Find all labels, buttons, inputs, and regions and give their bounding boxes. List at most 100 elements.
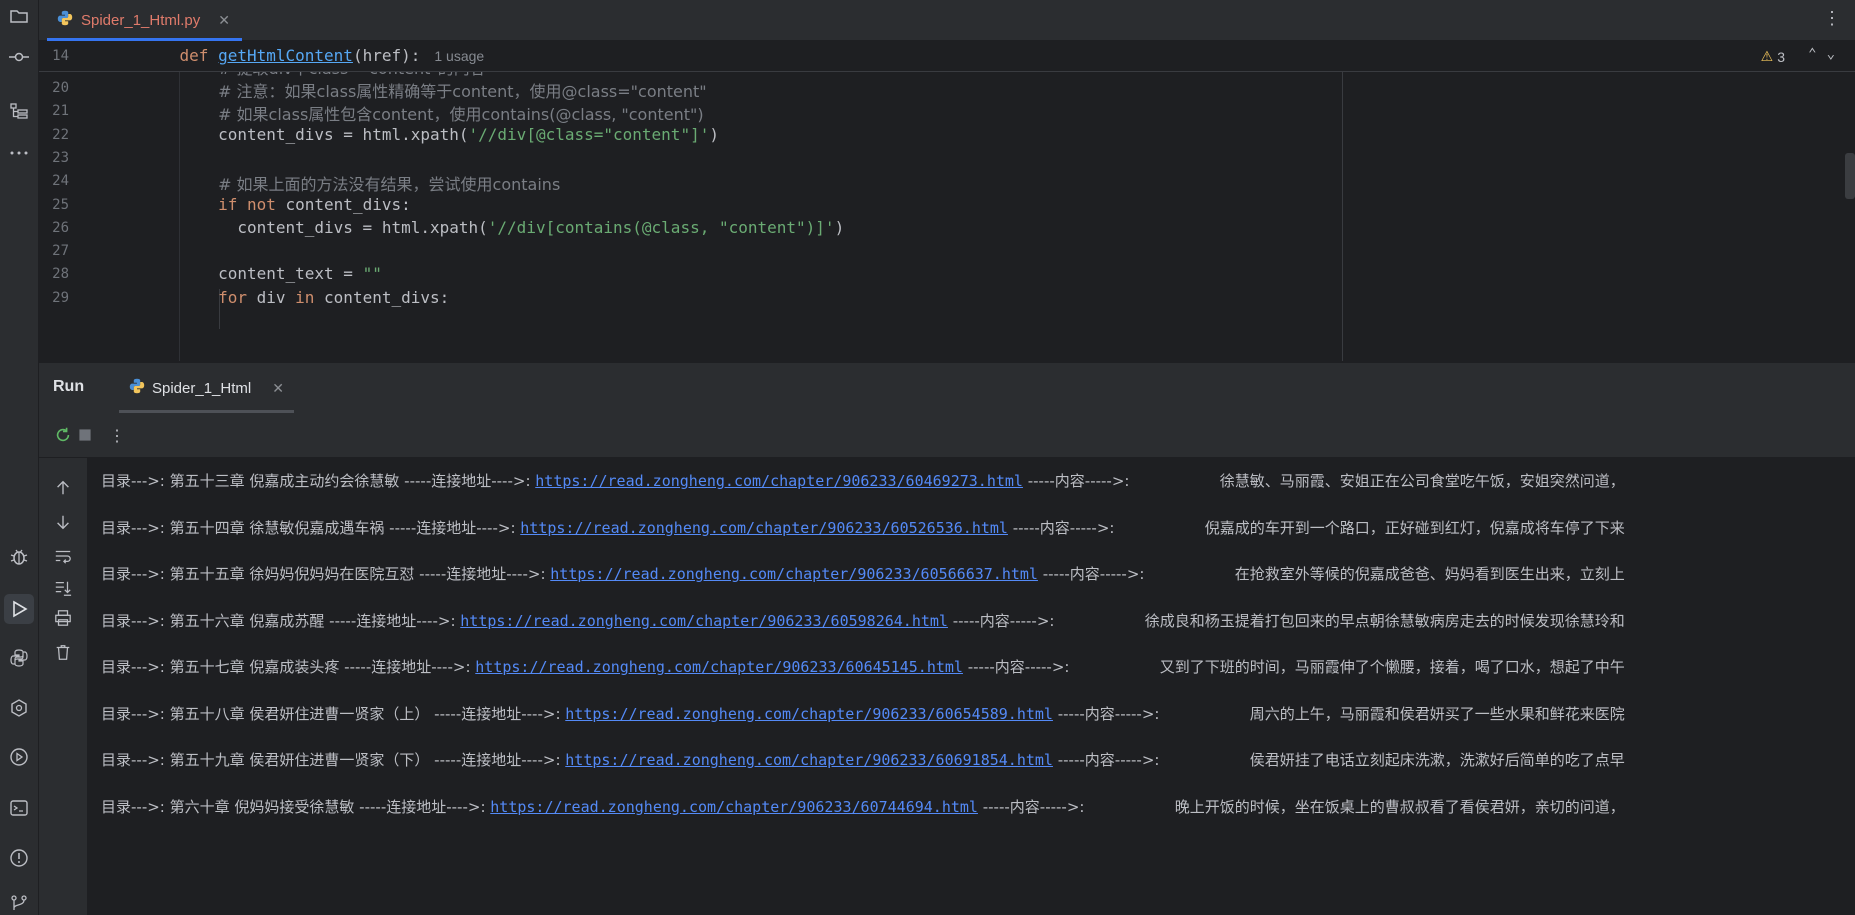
line-number: 27: [52, 243, 69, 259]
line-number: 23: [52, 150, 69, 166]
commit-icon[interactable]: [8, 46, 30, 68]
chapter-link[interactable]: https://read.zongheng.com/chapter/906233…: [460, 612, 948, 630]
keyword: in: [295, 288, 315, 307]
close-icon[interactable]: ✕: [218, 12, 230, 29]
line-number: 29: [52, 290, 69, 306]
terminal-icon[interactable]: [8, 797, 30, 819]
content-separator: -----内容----->:: [977, 797, 1085, 816]
soft-wrap-icon[interactable]: [53, 546, 73, 566]
chapter-prefix: 目录--->: 第五十五章 徐妈妈倪妈妈在医院互怼 -----连接地址---->…: [101, 565, 551, 583]
string-literal: '//div[@class="content"]': [468, 125, 710, 144]
chevron-up-icon[interactable]: ⌃: [1808, 46, 1826, 62]
code-line: # 如果上面的方法没有结果，尝试使用contains: [141, 171, 560, 195]
arrow-down-icon[interactable]: [53, 512, 73, 532]
chapter-link[interactable]: https://read.zongheng.com/chapter/906233…: [535, 472, 1023, 490]
run-panel-title: Run: [53, 378, 85, 395]
run-panel-header: Run Spider_1_Html ✕: [39, 362, 1855, 413]
python-file-icon: [129, 378, 145, 398]
console-line: 目录--->: 第五十五章 徐妈妈倪妈妈在医院互怼 -----连接地址---->…: [101, 563, 1625, 584]
chapter-prefix: 目录--->: 第五十三章 倪嘉成主动约会徐慧敏 -----连接地址---->:: [101, 472, 536, 490]
more-options-icon[interactable]: ⋮: [107, 425, 127, 445]
console-actions-strip: [39, 458, 88, 915]
chapter-content: 徐慧敏、马丽霞、安姐正在公司食堂吃午饭，安姐突然问道，: [1219, 472, 1625, 490]
code-line: # 如果class属性包含content，使用contains(@class, …: [141, 101, 704, 125]
editor-tab-bar: Spider_1_Html.py ✕ ⋮: [39, 0, 1855, 41]
inspection-widget[interactable]: ⚠ 3: [1761, 48, 1785, 65]
chapter-link[interactable]: https://read.zongheng.com/chapter/906233…: [475, 658, 963, 676]
chapter-prefix: 目录--->: 第五十六章 倪嘉成苏醒 -----连接地址---->:: [101, 611, 461, 630]
signature: (href):: [352, 46, 421, 65]
code-comment: # 如果class属性包含content，使用contains(@class, …: [218, 105, 704, 124]
content-separator: -----内容----->:: [962, 658, 1070, 676]
python-packages-icon[interactable]: [8, 647, 30, 669]
content-separator: -----内容----->:: [1052, 704, 1160, 723]
line-number: 26: [52, 220, 69, 236]
chapter-prefix: 目录--->: 第五十八章 侯君妍住进曹一贤家（上） -----连接地址----…: [101, 704, 566, 723]
print-icon[interactable]: [53, 608, 73, 628]
string-literal: "": [362, 264, 382, 283]
chapter-content: 晚上开饭的时候，坐在饭桌上的曹叔叔看了看侯君妍，亲切的问道，: [1174, 797, 1625, 816]
code-editor[interactable]: 19 # 提取div中class="content"的内容20 # 注意：如果c…: [39, 41, 1855, 361]
debug-icon[interactable]: [8, 546, 30, 568]
content-separator: -----内容----->:: [1037, 565, 1145, 583]
chapter-content: 周六的上午，马丽霞和侯君妍买了一些水果和鲜花来医院: [1249, 704, 1625, 723]
code-line: # 注意：如果class属性精确等于content，使用@class="cont…: [141, 78, 707, 102]
rerun-icon[interactable]: [53, 425, 73, 445]
problems-icon[interactable]: [8, 847, 30, 869]
line-number: 22: [52, 127, 69, 143]
chapter-prefix: 目录--->: 第五十四章 徐慧敏倪嘉成遇车祸 -----连接地址---->:: [101, 518, 521, 537]
scroll-to-end-icon[interactable]: [53, 578, 73, 598]
git-icon[interactable]: [8, 893, 30, 915]
chapter-link[interactable]: https://read.zongheng.com/chapter/906233…: [490, 798, 978, 816]
run-config-tab[interactable]: Spider_1_Html ✕: [119, 363, 294, 413]
more-tools-icon[interactable]: [8, 142, 30, 164]
function-name[interactable]: getHtmlContent: [218, 46, 353, 65]
string-literal: '//div[contains(@class, "content")]': [487, 218, 835, 237]
structure-icon[interactable]: [8, 100, 30, 122]
code-text: content_divs = html.xpath(: [218, 125, 469, 144]
line-number: 14: [52, 48, 69, 64]
run-tab-label: Spider_1_Html: [152, 379, 252, 397]
keyword: def: [179, 46, 209, 65]
stop-icon[interactable]: [75, 425, 95, 445]
project-folder-icon[interactable]: [8, 5, 30, 27]
console-output[interactable]: 目录--->: 第五十三章 倪嘉成主动约会徐慧敏 -----连接地址---->:…: [88, 458, 1855, 915]
chapter-prefix: 目录--->: 第五十七章 倪嘉成装头疼 -----连接地址---->:: [101, 658, 476, 676]
code-text: div: [246, 288, 296, 307]
chapter-content: 又到了下班的时间，马丽霞伸了个懒腰，接着，喝了口水，想起了中午: [1159, 658, 1625, 676]
more-options-icon[interactable]: ⋮: [1823, 10, 1841, 28]
close-icon[interactable]: ✕: [272, 380, 284, 397]
trash-icon[interactable]: [53, 642, 73, 662]
run-tool-icon[interactable]: [4, 594, 34, 624]
console-line: 目录--->: 第五十九章 侯君妍住进曹一贤家（下） -----连接地址----…: [101, 749, 1625, 770]
sticky-scroll-header[interactable]: 14 def getHtmlContent(href): 1 usage ⚠ 3 …: [39, 41, 1855, 72]
code-line: content_text = "": [141, 264, 382, 283]
line-number: 25: [52, 197, 69, 213]
content-separator: -----内容----->:: [1022, 472, 1130, 490]
inspection-nav[interactable]: ⌃⌄: [1808, 46, 1845, 62]
chapter-link[interactable]: https://read.zongheng.com/chapter/906233…: [520, 519, 1008, 537]
chevron-down-icon[interactable]: ⌄: [1827, 46, 1845, 62]
code-text: content_divs = html.xpath(: [237, 218, 488, 237]
chapter-content: 徐成良和杨玉提着打包回来的早点朝徐慧敏病房走去的时候发现徐慧玲和: [1144, 611, 1625, 630]
chapter-content: 在抢救室外等候的倪嘉成爸爸、妈妈看到医生出来，立刻上: [1234, 565, 1625, 583]
python-file-icon: [57, 10, 73, 30]
chapter-link[interactable]: https://read.zongheng.com/chapter/906233…: [565, 751, 1053, 769]
console-line: 目录--->: 第六十章 倪妈妈接受徐慧敏 -----连接地址---->: ht…: [101, 796, 1625, 817]
code-text: content_divs:: [314, 288, 450, 307]
code-line: if not content_divs:: [141, 195, 411, 214]
line-number: 24: [52, 173, 69, 189]
services-icon[interactable]: [8, 697, 30, 719]
chapter-link[interactable]: https://read.zongheng.com/chapter/906233…: [550, 565, 1038, 583]
arrow-up-icon[interactable]: [53, 478, 73, 498]
chapter-link[interactable]: https://read.zongheng.com/chapter/906233…: [565, 705, 1053, 723]
left-tool-strip: [0, 0, 39, 915]
editor-tab[interactable]: Spider_1_Html.py ✕: [47, 0, 242, 41]
editor-tab-filename: Spider_1_Html.py: [81, 11, 201, 29]
run-services-icon[interactable]: [8, 746, 30, 768]
usage-hint[interactable]: 1 usage: [434, 48, 484, 64]
code-line: content_divs = html.xpath('//div[contain…: [141, 218, 844, 237]
editor-scrollbar-thumb[interactable]: [1845, 153, 1855, 199]
code-text: ): [709, 125, 719, 144]
